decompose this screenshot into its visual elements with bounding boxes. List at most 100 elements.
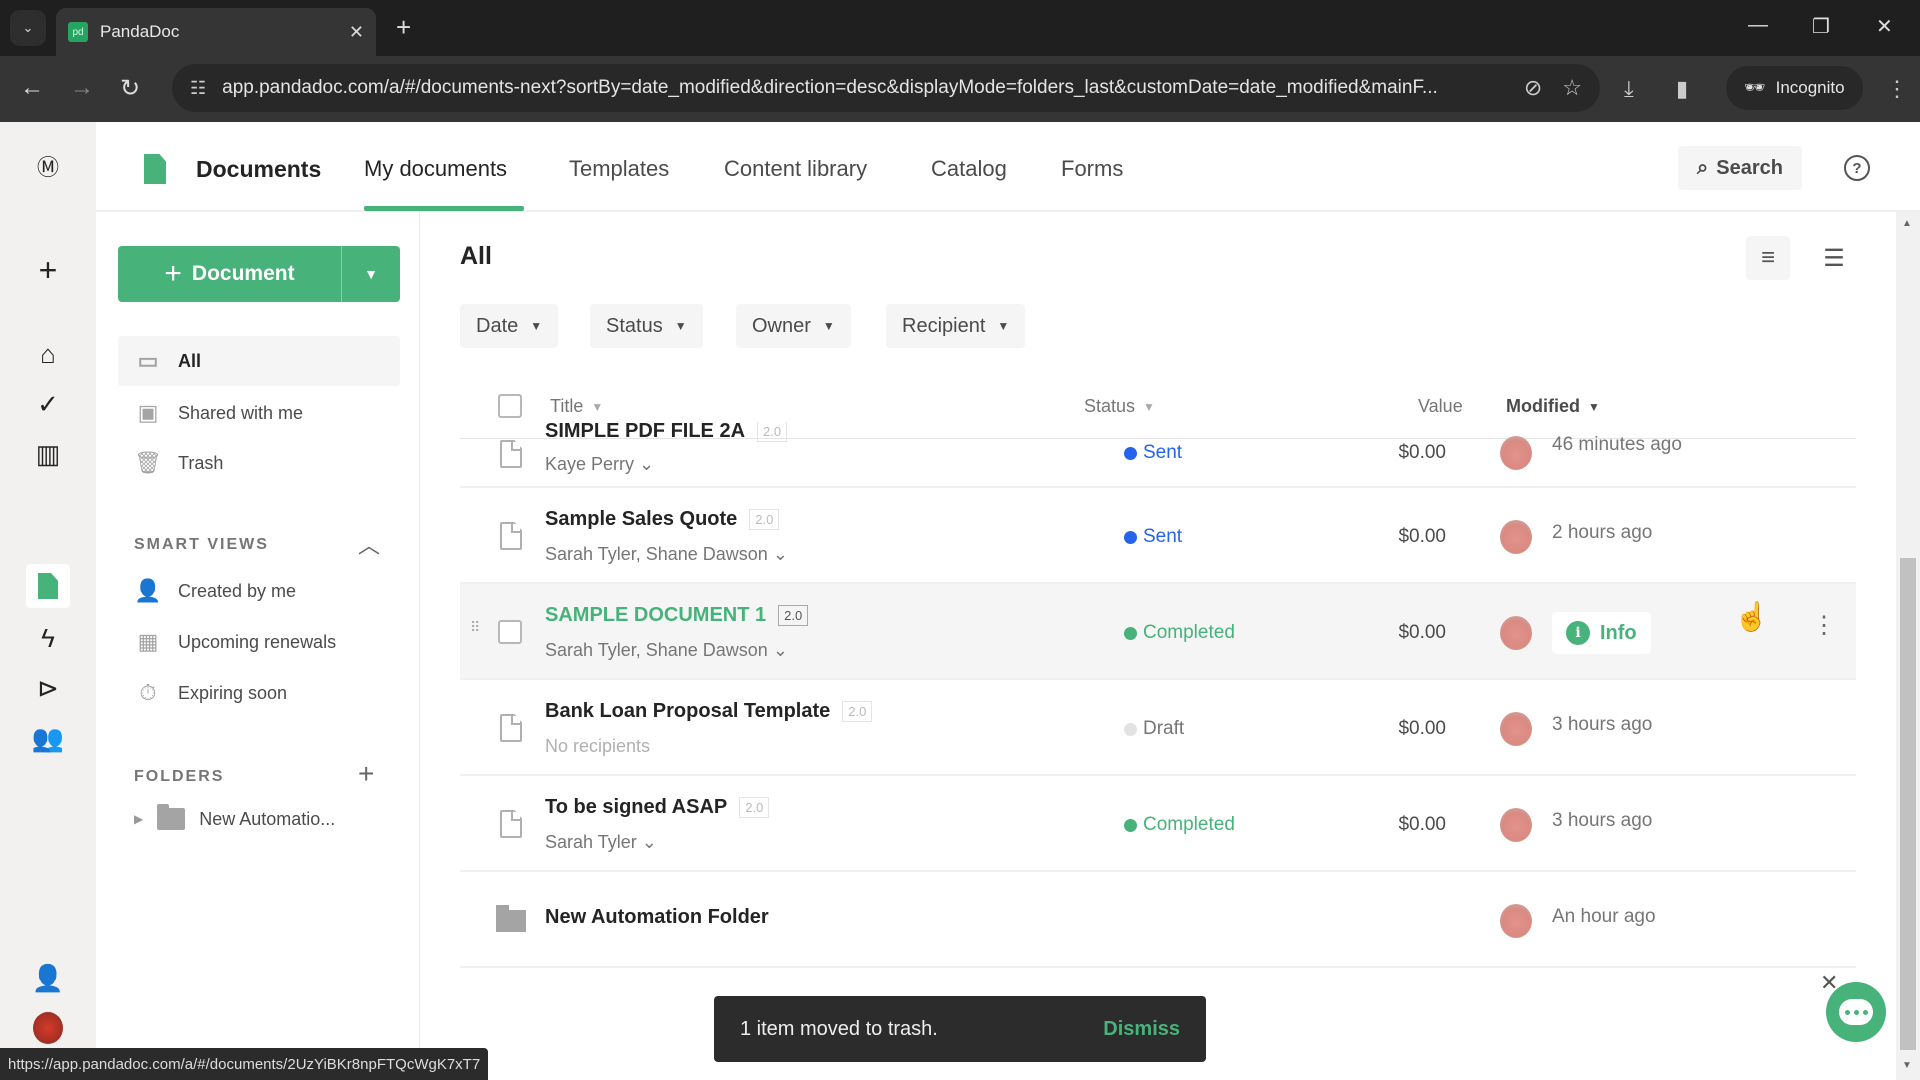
owner-avatar: [1500, 616, 1532, 650]
create-plus-icon[interactable]: +: [26, 248, 70, 292]
expand-caret-icon[interactable]: ▶: [134, 812, 143, 826]
close-tab-icon[interactable]: ✕: [349, 22, 364, 43]
home-icon[interactable]: ⌂: [26, 332, 70, 376]
recipients[interactable]: Sarah Tyler, Shane Dawson ⌄: [545, 544, 788, 565]
browser-tab[interactable]: pd PandaDoc ✕: [56, 8, 376, 56]
reports-chart-icon[interactable]: ▥: [26, 432, 70, 476]
sort-caret-icon: ▼: [591, 399, 604, 414]
documents-list: All ≡ ☰ Date ▼ Status ▼ Owner ▼ Recipient ▼ …: [420, 212, 1900, 1080]
column-header-modified[interactable]: Modified ▼: [1506, 396, 1600, 417]
collapse-chevron-icon[interactable]: ︿: [358, 528, 380, 560]
table-row[interactable]: ⠿ SAMPLE DOCUMENT 1 2.0 Sarah Tyler, Sha…: [460, 584, 1856, 680]
tab-forms[interactable]: Forms: [1061, 156, 1123, 182]
column-header-value: Value: [1418, 396, 1463, 417]
folder-title[interactable]: New Automation Folder: [545, 906, 769, 929]
dismiss-button[interactable]: Dismiss: [1103, 1018, 1180, 1041]
new-document-dropdown-icon[interactable]: ▼: [342, 246, 400, 302]
scrollbar[interactable]: ▲ ▼: [1896, 212, 1920, 1080]
scroll-down-icon[interactable]: ▼: [1902, 1060, 1912, 1071]
document-title[interactable]: Sample Sales Quote: [545, 508, 737, 531]
filter-lines-icon[interactable]: ≡: [1746, 236, 1790, 280]
restore-icon[interactable]: ❐: [1812, 14, 1830, 39]
drag-handle-icon[interactable]: ⠿: [470, 620, 480, 634]
tasks-check-icon[interactable]: ✓: [26, 382, 70, 426]
folder-item[interactable]: ▶ New Automatio...: [134, 804, 336, 830]
browser-menu-icon[interactable]: ⋮: [1886, 76, 1908, 102]
column-label: Modified: [1506, 396, 1580, 416]
incognito-badge[interactable]: 🕶 Incognito: [1726, 66, 1863, 110]
recipients[interactable]: Kaye Perry ⌄: [545, 454, 654, 475]
filter-status[interactable]: Status ▼: [590, 304, 703, 348]
smart-view-created-by-me[interactable]: 👤 Created by me: [118, 566, 400, 616]
forms-terminal-icon[interactable]: ⊳: [26, 666, 70, 710]
table-row[interactable]: To be signed ASAP 2.0 Sarah Tyler ⌄ Comp…: [460, 776, 1856, 872]
automation-bolt-icon[interactable]: ϟ: [26, 616, 70, 660]
recipients[interactable]: Sarah Tyler ⌄: [545, 832, 657, 853]
sidebar-item-trash[interactable]: 🗑 Trash: [118, 438, 400, 488]
table-row[interactable]: SIMPLE PDF FILE 2A 2.0 Kaye Perry ⌄ Sent…: [460, 422, 1856, 488]
add-folder-icon[interactable]: +: [358, 758, 374, 790]
tab-templates[interactable]: Templates: [569, 156, 669, 182]
reload-icon[interactable]: ↻: [120, 74, 140, 103]
document-title[interactable]: SIMPLE PDF FILE 2A: [545, 422, 745, 443]
document-title[interactable]: To be signed ASAP: [545, 796, 727, 819]
filter-date[interactable]: Date ▼: [460, 304, 559, 348]
document-value: $0.00: [1398, 718, 1446, 739]
column-header-title[interactable]: Title ▼: [550, 396, 603, 417]
smart-view-upcoming-renewals[interactable]: ▦ Upcoming renewals: [118, 617, 400, 667]
sidebar-item-shared[interactable]: ▣ Shared with me: [118, 388, 400, 438]
tab-my-documents[interactable]: My documents: [364, 156, 507, 182]
document-title[interactable]: Bank Loan Proposal Template: [545, 700, 830, 723]
more-options-icon[interactable]: ⋮: [1812, 614, 1836, 638]
new-document-main[interactable]: + Document: [118, 246, 342, 302]
workspace-logo-icon[interactable]: Ⓜ: [26, 144, 70, 188]
status-label: Completed: [1143, 814, 1235, 835]
caret-down-icon: ▼: [997, 319, 1010, 333]
url-text[interactable]: app.pandadoc.com/a/#/documents-next?sort…: [222, 77, 1504, 99]
chat-button[interactable]: [1826, 982, 1886, 1042]
list-view-icon[interactable]: ☰: [1812, 236, 1856, 280]
document-value: $0.00: [1398, 814, 1446, 835]
status-label: Completed: [1143, 622, 1235, 643]
minimize-icon[interactable]: —: [1748, 14, 1768, 37]
row-checkbox[interactable]: [498, 620, 522, 644]
folder-label: New Automatio...: [199, 808, 336, 829]
recipients[interactable]: Sarah Tyler, Shane Dawson ⌄: [545, 640, 788, 661]
recipients-label: Kaye Perry: [545, 454, 635, 474]
help-icon[interactable]: ?: [1844, 155, 1870, 181]
tab-content-library[interactable]: Content library: [724, 156, 867, 182]
scroll-up-icon[interactable]: ▲: [1902, 218, 1912, 229]
folder-row[interactable]: New Automation Folder An hour ago: [460, 872, 1856, 968]
eye-off-icon[interactable]: ⊘: [1524, 75, 1542, 101]
filter-recipient[interactable]: Recipient ▼: [886, 304, 1026, 348]
smart-view-expiring-soon[interactable]: ⏱ Expiring soon: [118, 668, 400, 718]
invite-user-icon[interactable]: 👤: [26, 956, 70, 1000]
download-icon[interactable]: ⤓: [1624, 76, 1634, 102]
select-all-checkbox[interactable]: [498, 394, 522, 418]
column-header-status[interactable]: Status ▼: [1084, 396, 1155, 417]
address-bar[interactable]: ☷ app.pandadoc.com/a/#/documents-next?so…: [172, 64, 1600, 112]
tab-catalog[interactable]: Catalog: [931, 156, 1007, 182]
side-panel-icon[interactable]: ▮: [1676, 76, 1688, 102]
table-row[interactable]: Bank Loan Proposal Template 2.0 No recip…: [460, 680, 1856, 776]
filter-label: Date: [476, 314, 519, 337]
documents-icon[interactable]: [26, 564, 70, 608]
site-info-icon[interactable]: ☷: [190, 78, 206, 99]
filter-owner[interactable]: Owner ▼: [736, 304, 851, 348]
close-window-icon[interactable]: ✕: [1876, 14, 1893, 39]
tab-list-button[interactable]: ⌄: [10, 10, 46, 46]
back-icon[interactable]: ←: [20, 74, 44, 102]
document-title[interactable]: SAMPLE DOCUMENT 1: [545, 604, 766, 627]
info-button[interactable]: i Info: [1552, 612, 1651, 654]
table-row[interactable]: Sample Sales Quote 2.0 Sarah Tyler, Shan…: [460, 488, 1856, 584]
new-document-button[interactable]: + Document ▼: [118, 246, 400, 302]
search-button[interactable]: ⌕ Search: [1678, 146, 1802, 190]
owner-avatar: [1500, 520, 1532, 554]
star-icon[interactable]: ☆: [1562, 75, 1582, 101]
forward-icon[interactable]: →: [70, 74, 94, 102]
contacts-icon[interactable]: 👥: [26, 716, 70, 760]
sidebar-item-all[interactable]: ▭ All: [118, 336, 400, 386]
scrollbar-thumb[interactable]: [1900, 558, 1916, 1050]
user-avatar[interactable]: [26, 1006, 70, 1050]
new-tab-button[interactable]: +: [396, 12, 411, 43]
